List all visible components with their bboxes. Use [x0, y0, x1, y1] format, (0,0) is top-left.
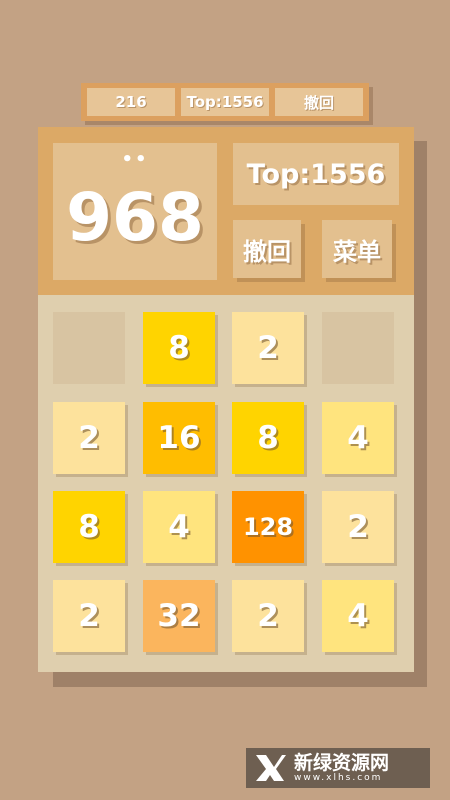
tile-4: 4 [322, 580, 394, 652]
tile-8: 8 [232, 402, 304, 474]
watermark: 新绿资源网 www.xlhs.com [246, 748, 430, 788]
mini-status-bar: 216 Top:1556 撤回 [81, 83, 369, 121]
tile-8: 8 [53, 491, 125, 563]
tile-4: 4 [322, 402, 394, 474]
xl-logo-icon [256, 755, 286, 781]
tile-16: 16 [143, 402, 215, 474]
menu-button[interactable]: 菜单 [322, 220, 392, 278]
watermark-title: 新绿资源网 [294, 752, 390, 774]
tile-2: 2 [53, 580, 125, 652]
tile-2: 2 [232, 312, 304, 384]
game-board[interactable]: 8 2 2 16 8 4 8 4 128 2 2 32 2 4 [38, 295, 414, 672]
tile-8: 8 [143, 312, 215, 384]
tile-empty [322, 312, 394, 384]
tile-32: 32 [143, 580, 215, 652]
current-score: 968 [66, 179, 204, 256]
score-box: •• 968 [53, 143, 217, 280]
tile-2: 2 [322, 491, 394, 563]
score-indicator: •• [121, 149, 149, 170]
undo-button[interactable]: 撤回 [233, 220, 301, 278]
game-panel: •• 968 Top:1556 撤回 菜单 8 2 2 16 8 4 8 4 128 2 2 32 2 4 [38, 127, 414, 672]
mini-score: 216 [87, 88, 175, 116]
tile-128: 128 [232, 491, 304, 563]
mini-best-score: Top:1556 [181, 88, 269, 116]
tile-2: 2 [232, 580, 304, 652]
game-header: •• 968 Top:1556 撤回 菜单 [38, 127, 414, 295]
tile-2: 2 [53, 402, 125, 474]
watermark-subtitle: www.xlhs.com [294, 773, 383, 783]
tile-4: 4 [143, 491, 215, 563]
best-score: Top:1556 [233, 143, 399, 205]
mini-undo-button[interactable]: 撤回 [275, 88, 363, 116]
tile-empty [53, 312, 125, 384]
